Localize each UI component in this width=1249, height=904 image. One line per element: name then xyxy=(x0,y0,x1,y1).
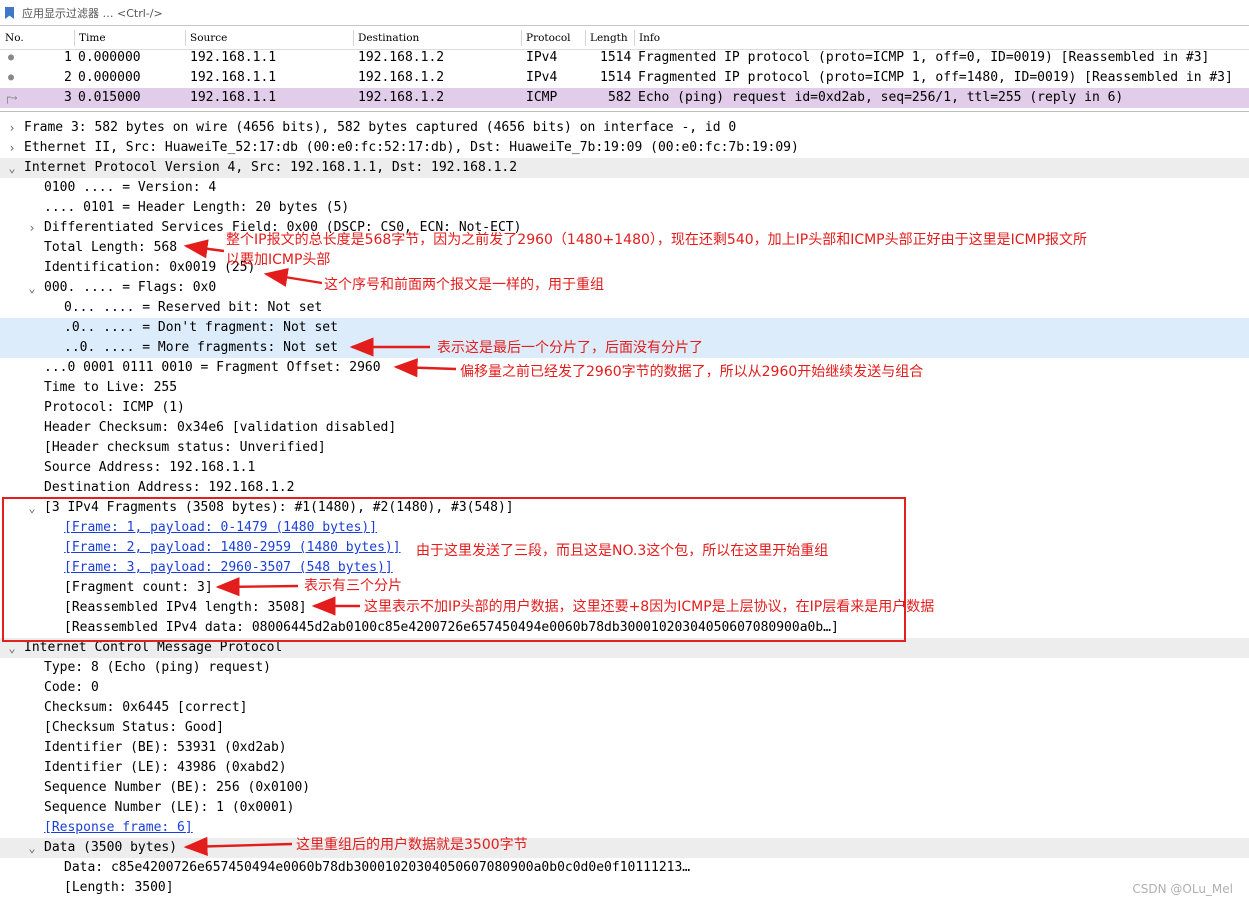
annotation-more-fragments: 表示这是最后一个分片了，后面没有分片了 xyxy=(437,340,703,356)
collapse-icon[interactable]: ⌄ xyxy=(6,158,18,178)
col-protocol[interactable]: Protocol xyxy=(526,32,571,44)
bookmark-icon[interactable] xyxy=(5,7,14,19)
collapse-icon[interactable]: ⌄ xyxy=(26,278,38,298)
tree-item-ipv4[interactable]: ⌄ Internet Protocol Version 4, Src: 192.… xyxy=(0,158,1249,178)
watermark: CSDN @OLu_Mel xyxy=(1132,882,1233,896)
col-info[interactable]: Info xyxy=(639,32,660,44)
annotation-reassembled-length: 这里表示不加IP头部的用户数据，这里还要+8因为ICMP是上层协议，在IP层看来… xyxy=(364,599,935,615)
tree-item-data-hex[interactable]: Data: c85e4200726e657450494e0060b78db300… xyxy=(0,858,1249,878)
tree-item-sequence-le[interactable]: Sequence Number (LE): 1 (0x0001) xyxy=(0,798,1249,818)
annotation-fragment-count: 表示有三个分片 xyxy=(304,578,402,594)
tree-item-data-length[interactable]: [Length: 3500] xyxy=(0,878,1249,898)
tree-item-ip-identification[interactable]: Identification: 0x0019 (25) xyxy=(0,258,1249,278)
tree-item-ttl[interactable]: Time to Live: 255 xyxy=(0,378,1249,398)
annotation-identification: 这个序号和前面两个报文是一样的，用于重组 xyxy=(324,277,604,293)
packet-row-selected[interactable]: ┌→ 3 0.015000 192.168.1.1 192.168.1.2 IC… xyxy=(0,88,1249,108)
display-filter-bar[interactable]: 应用显示过滤器 … <Ctrl-/> xyxy=(0,0,1249,26)
tree-item-checksum-status[interactable]: [Header checksum status: Unverified] xyxy=(0,438,1249,458)
related-packet-icon: ● xyxy=(8,52,15,63)
expand-icon[interactable]: › xyxy=(6,138,18,158)
tree-item-flag-reserved[interactable]: 0... .... = Reserved bit: Not set xyxy=(0,298,1249,318)
col-source[interactable]: Source xyxy=(190,32,227,44)
tree-item-ethernet[interactable]: › Ethernet II, Src: HuaweiTe_52:17:db (0… xyxy=(0,138,1249,158)
packet-list-header: No. Time Source Destination Protocol Len… xyxy=(0,27,1249,50)
col-destination[interactable]: Destination xyxy=(358,32,419,44)
annotation-total-length-cont: 以要加ICMP头部 xyxy=(226,252,331,268)
packet-list[interactable]: No. Time Source Destination Protocol Len… xyxy=(0,27,1249,112)
annotation-data-size: 这里重组后的用户数据就是3500字节 xyxy=(296,837,528,853)
tree-item-icmp-checksum-status[interactable]: [Checksum Status: Good] xyxy=(0,718,1249,738)
reassembly-highlight-box xyxy=(2,497,906,642)
annotation-total-length: 整个IP报文的总长度是568字节，因为之前发了2960（1480+1480），现… xyxy=(226,232,1088,248)
tree-item-icmp-checksum[interactable]: Checksum: 0x6445 [correct] xyxy=(0,698,1249,718)
tree-item-response-frame[interactable]: [Response frame: 6] xyxy=(0,818,1249,838)
tree-item-ip-flags[interactable]: ⌄ 000. .... = Flags: 0x0 xyxy=(0,278,1249,298)
tree-item-destination-address[interactable]: Destination Address: 192.168.1.2 xyxy=(0,478,1249,498)
expand-icon[interactable]: › xyxy=(26,218,38,238)
tree-item-ip-protocol[interactable]: Protocol: ICMP (1) xyxy=(0,398,1249,418)
tree-item-header-checksum[interactable]: Header Checksum: 0x34e6 [validation disa… xyxy=(0,418,1249,438)
annotation-fragment-offset: 偏移量之前已经发了2960字节的数据了，所以从2960开始继续发送与组合 xyxy=(460,364,924,380)
response-frame-link[interactable]: [Response frame: 6] xyxy=(44,818,193,838)
col-no[interactable]: No. xyxy=(5,32,24,44)
tree-item-identifier-be[interactable]: Identifier (BE): 53931 (0xd2ab) xyxy=(0,738,1249,758)
collapse-icon[interactable]: ⌄ xyxy=(26,838,38,858)
tree-item-sequence-be[interactable]: Sequence Number (BE): 256 (0x0100) xyxy=(0,778,1249,798)
tree-item-icmp-type[interactable]: Type: 8 (Echo (ping) request) xyxy=(0,658,1249,678)
display-filter-input[interactable]: 应用显示过滤器 … <Ctrl-/> xyxy=(22,5,163,21)
expand-icon[interactable]: › xyxy=(6,118,18,138)
tree-item-icmp-code[interactable]: Code: 0 xyxy=(0,678,1249,698)
col-time[interactable]: Time xyxy=(79,32,106,44)
packet-row[interactable]: ● 2 0.000000 192.168.1.1 192.168.1.2 IPv… xyxy=(0,68,1249,88)
tree-item-data[interactable]: ⌄ Data (3500 bytes) xyxy=(0,838,1249,858)
tree-item-frame[interactable]: › Frame 3: 582 bytes on wire (4656 bits)… xyxy=(0,118,1249,138)
tree-item-source-address[interactable]: Source Address: 192.168.1.1 xyxy=(0,458,1249,478)
col-length[interactable]: Length xyxy=(590,32,628,44)
tree-item-identifier-le[interactable]: Identifier (LE): 43986 (0xabd2) xyxy=(0,758,1249,778)
tree-item-ip-header-length[interactable]: .... 0101 = Header Length: 20 bytes (5) xyxy=(0,198,1249,218)
tree-item-ip-version[interactable]: 0100 .... = Version: 4 xyxy=(0,178,1249,198)
request-arrow-icon: ┌→ xyxy=(4,91,18,104)
packet-row[interactable]: ● 1 0.000000 192.168.1.1 192.168.1.2 IPv… xyxy=(0,48,1249,68)
related-packet-icon: ● xyxy=(8,72,15,83)
annotation-reassembly: 由于这里发送了三段，而且这是NO.3这个包，所以在这里开始重组 xyxy=(416,543,829,559)
tree-item-flag-df[interactable]: .0.. .... = Don't fragment: Not set xyxy=(0,318,1249,338)
